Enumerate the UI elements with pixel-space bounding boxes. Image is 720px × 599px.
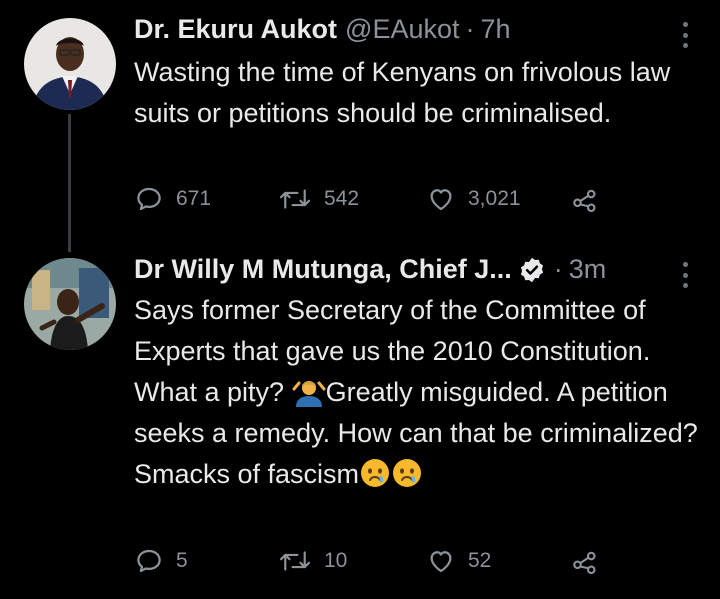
retweet-count: 542 (324, 187, 360, 210)
share-icon (573, 551, 596, 575)
avatar-aukot[interactable] (24, 18, 116, 110)
reply-button[interactable]: 671 (134, 184, 211, 214)
author-handle[interactable]: @EAukot (345, 14, 459, 45)
like-icon (430, 189, 452, 211)
retweet-icon (279, 189, 311, 209)
tweet-text: Says former Secretary of the Committee o… (134, 290, 704, 495)
tweet-actions: 671 542 3,021 (134, 184, 614, 218)
separator: · (465, 14, 475, 44)
like-icon (430, 551, 452, 573)
reply-icon (137, 187, 161, 211)
share-icon (573, 189, 596, 213)
more-icon[interactable] (680, 22, 690, 48)
retweet-button[interactable]: 542 (278, 184, 359, 214)
timestamp[interactable]: 7h (481, 14, 511, 45)
author-name[interactable]: Dr. Ekuru Aukot (134, 14, 337, 45)
tweet-actions: 5 10 52 (134, 546, 614, 580)
reply-button[interactable]: 5 (134, 546, 188, 576)
retweet-count: 10 (324, 549, 348, 572)
more-icon[interactable] (680, 262, 690, 288)
like-count: 3,021 (468, 187, 521, 210)
author-name[interactable]: Dr Willy M Mutunga, Chief J... (134, 254, 512, 285)
retweet-icon (279, 551, 311, 571)
tweet-mutunga: Dr Willy M Mutunga, Chief J... · 3m Says… (0, 250, 720, 599)
reply-count: 5 (176, 549, 188, 572)
tweet-aukot: Dr. Ekuru Aukot @EAukot · 7h Wasting the… (0, 0, 720, 252)
like-count: 52 (468, 549, 492, 572)
tweet-header: Dr Willy M Mutunga, Chief J... · 3m (134, 254, 606, 285)
share-button[interactable] (570, 184, 600, 214)
timestamp[interactable]: 3m (569, 254, 607, 285)
like-button[interactable]: 52 (426, 546, 491, 576)
share-button[interactable] (570, 546, 600, 576)
reply-count: 671 (176, 187, 212, 210)
shrug-emoji (292, 381, 326, 407)
crying-face-emoji (361, 459, 390, 487)
tweet-header: Dr. Ekuru Aukot @EAukot · 7h (134, 14, 511, 45)
retweet-button[interactable]: 10 (278, 546, 347, 576)
like-button[interactable]: 3,021 (426, 184, 521, 214)
verified-badge-icon (520, 257, 543, 282)
tweet-text: Wasting the time of Kenyans on frivolous… (134, 57, 671, 128)
separator: · (553, 254, 563, 284)
reply-icon (137, 549, 161, 573)
thread-line (68, 114, 71, 252)
crying-face-emoji (393, 459, 422, 487)
avatar-mutunga[interactable] (24, 258, 116, 350)
